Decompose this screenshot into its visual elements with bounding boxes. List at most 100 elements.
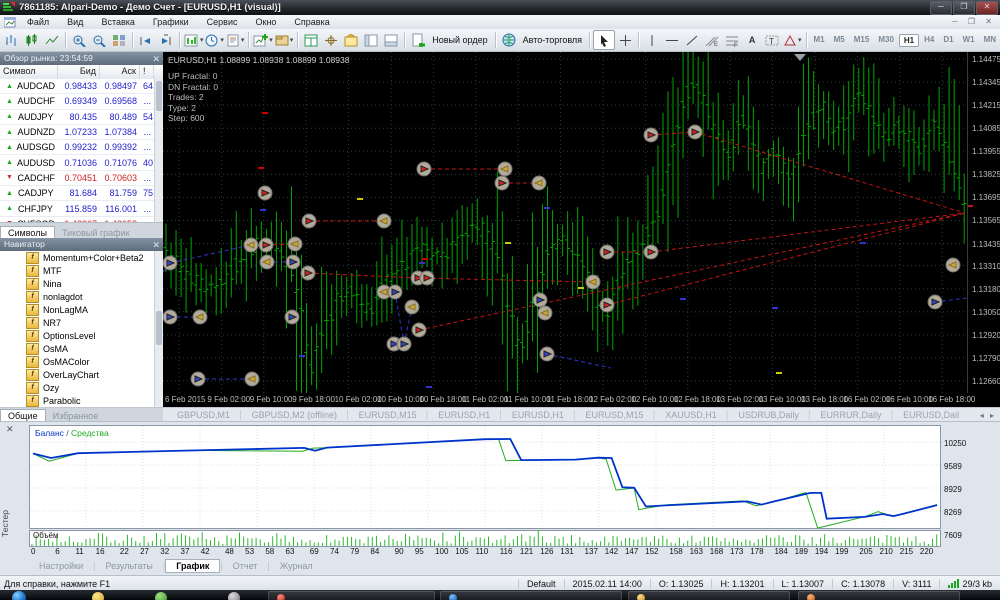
timeframe-H4[interactable]: H4 [920, 34, 938, 47]
trade-marker-exit[interactable] [497, 161, 513, 177]
autotrade-button[interactable]: Авто-торговля [519, 31, 586, 49]
chart-tab[interactable]: EURRUR,Daily [812, 410, 889, 420]
candlestick-chart-icon[interactable] [22, 31, 42, 49]
trade-marker-sell[interactable] [687, 124, 703, 140]
navigator-scrollbar[interactable] [154, 251, 163, 407]
col-bid[interactable]: Бид [58, 65, 100, 79]
cursor-icon[interactable] [593, 30, 616, 50]
navigator-item-OsMA[interactable]: f OsMA [0, 342, 163, 355]
chart-tab[interactable]: EURUSD,M15 [578, 410, 652, 420]
navigator-item-OptionsLevel[interactable]: f OptionsLevel [0, 329, 163, 342]
trade-marker-buy[interactable] [387, 284, 403, 300]
navigator-item-Nina[interactable]: f Nina [0, 277, 163, 290]
price-axis[interactable]: 1.14475 1.14345 1.14215 1.14085 1.13955 1.138… [967, 52, 1000, 393]
menu-Файл[interactable]: Файл [18, 17, 58, 27]
trade-marker-exit[interactable] [537, 305, 553, 321]
navigator-item-NonLagMA[interactable]: f NonLagMA [0, 303, 163, 316]
time-axis[interactable]: 6 Feb 2015 9 Feb 02:00 9 Feb 10:00 9 Feb 18… [163, 393, 1000, 407]
menu-Справка[interactable]: Справка [285, 17, 338, 27]
market-watch-scrollbar[interactable] [154, 79, 163, 222]
menu-Сервис[interactable]: Сервис [198, 17, 247, 27]
trade-marker-sell[interactable] [301, 213, 317, 229]
market-watch-row[interactable]: ▲ AUDSGD 0.99232 0.99392... [0, 140, 163, 156]
trade-marker-exit[interactable] [287, 236, 303, 252]
profiles-icon[interactable]: ▾ [274, 31, 294, 49]
trade-marker-exit[interactable] [531, 175, 547, 191]
chart-tab[interactable]: XAUUSD,H1 [657, 410, 725, 420]
indicators-icon[interactable]: ▾ [183, 31, 204, 49]
tester-tab-Результаты[interactable]: Результаты [95, 560, 162, 572]
trade-marker-exit[interactable] [244, 371, 260, 387]
timeframe-MN[interactable]: MN [980, 34, 1000, 47]
trade-marker-sell[interactable] [494, 175, 510, 191]
horizontal-line-icon[interactable] [662, 31, 682, 49]
taskbar-window[interactable] [440, 591, 622, 600]
trade-marker-sell[interactable] [419, 270, 435, 286]
trade-marker-sell[interactable] [416, 161, 432, 177]
taskbar-window[interactable] [798, 591, 960, 600]
zoom-in-icon[interactable] [69, 31, 89, 49]
zoom-out-icon[interactable] [89, 31, 109, 49]
templates-icon[interactable]: ▾ [225, 31, 245, 49]
trade-marker-sell[interactable] [599, 297, 615, 313]
chart-area[interactable]: EURUSD,H1 1.08899 1.08938 1.08899 1.0893… [163, 52, 967, 393]
trade-marker-buy[interactable] [532, 292, 548, 308]
data-window-icon[interactable] [301, 31, 321, 49]
bar-chart-icon[interactable] [2, 31, 22, 49]
auto-scroll-icon[interactable] [136, 31, 156, 49]
navigator-item-OsMAColor[interactable]: f OsMAColor [0, 355, 163, 368]
trade-marker-sell[interactable] [411, 322, 427, 338]
market-watch-row[interactable]: ▼ CADCHF 0.70451 0.70603... [0, 171, 163, 187]
navigator-item-nonlagdot[interactable]: f nonlagdot [0, 290, 163, 303]
trade-marker-sell[interactable] [258, 237, 274, 253]
chart-tab[interactable]: USDRUB,Daily [730, 410, 807, 420]
trade-marker-buy[interactable] [285, 254, 301, 270]
menu-Вид[interactable]: Вид [58, 17, 92, 27]
close-button[interactable]: ✕ [976, 1, 998, 15]
navigator-item-MTF[interactable]: f MTF [0, 264, 163, 277]
periods-icon[interactable]: ▾ [204, 31, 224, 49]
trade-marker-buy[interactable] [927, 294, 943, 310]
new-order-button[interactable]: Новый ордер [428, 31, 491, 49]
navigator-item-Momentum+Color+Beta2[interactable]: f Momentum+Color+Beta2 [0, 251, 163, 264]
new-order-icon[interactable] [408, 31, 428, 49]
shapes-icon[interactable]: ▾ [782, 31, 802, 49]
menu-Окно[interactable]: Окно [247, 17, 286, 27]
crosshair-icon[interactable] [615, 31, 635, 49]
trade-marker-exit[interactable] [259, 254, 275, 270]
balance-chart[interactable] [29, 425, 941, 535]
trade-marker-sell[interactable] [643, 127, 659, 143]
maximize-button[interactable]: ❐ [953, 1, 975, 15]
menu-Вставка[interactable]: Вставка [92, 17, 143, 27]
tester-panel-label[interactable]: Тестер [0, 510, 11, 537]
navigator-icon[interactable] [361, 31, 381, 49]
market-watch-row[interactable]: ▲ AUDJPY 80.435 80.489 54 [0, 110, 163, 125]
chart-tab[interactable]: GBPUSD,M2 (offline) [244, 410, 345, 420]
menu-Графики[interactable]: Графики [144, 17, 198, 27]
trade-marker-buy[interactable] [284, 309, 300, 325]
col-symbol[interactable]: Символ [0, 65, 58, 79]
trade-marker-buy[interactable] [396, 336, 412, 352]
timeframe-W1[interactable]: W1 [959, 34, 979, 47]
timeframe-M30[interactable]: M30 [874, 34, 898, 47]
navigator-item-NR7[interactable]: f NR7 [0, 316, 163, 329]
line-chart-icon[interactable] [42, 31, 62, 49]
taskbar-icon[interactable] [228, 592, 240, 600]
text-tool-icon[interactable]: A [742, 31, 762, 49]
chart-tab[interactable]: EURUSD,H1 [430, 410, 498, 420]
taskbar-window[interactable] [268, 591, 435, 600]
trade-marker-sell[interactable] [257, 185, 273, 201]
chart-shift-icon[interactable] [156, 31, 176, 49]
timeframe-H1[interactable]: H1 [898, 33, 920, 47]
tab-scroll-arrows[interactable]: ◂ ▸ [980, 411, 996, 420]
trendline-icon[interactable] [682, 31, 702, 49]
trade-marker-exit[interactable] [945, 257, 961, 273]
navigator-item-Parabolic[interactable]: f Parabolic [0, 394, 163, 407]
tester-tab-Настройки[interactable]: Настройки [29, 560, 93, 572]
market-watch-row[interactable]: ▲ AUDCHF 0.69349 0.69568... [0, 94, 163, 110]
trade-marker-sell[interactable] [599, 244, 615, 260]
windows-taskbar[interactable] [0, 590, 1000, 600]
tile-windows-icon[interactable] [109, 31, 129, 49]
trade-marker-buy[interactable] [539, 346, 555, 362]
channel-icon[interactable]: E [702, 31, 722, 49]
